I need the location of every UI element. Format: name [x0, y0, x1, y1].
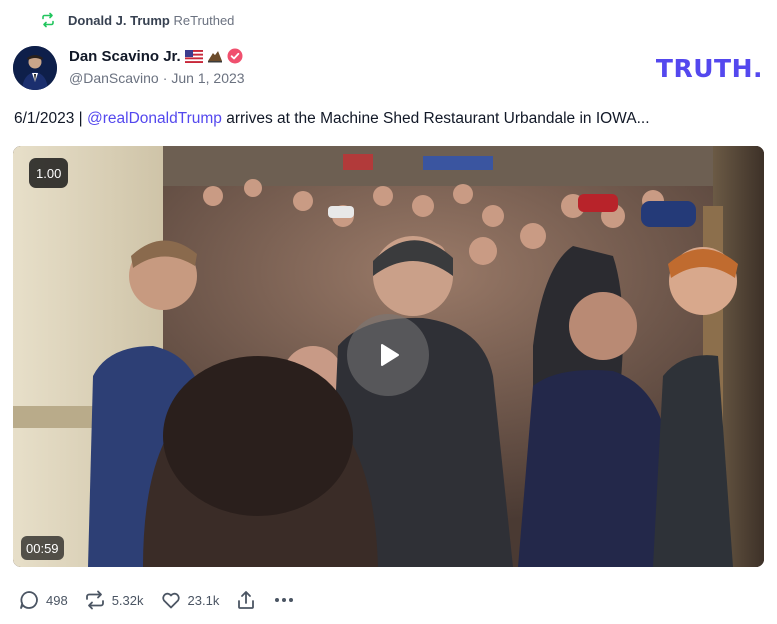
reply-button[interactable]: 498: [18, 589, 68, 611]
retruth-icon: [40, 12, 56, 28]
reply-icon: [20, 591, 38, 609]
post-text-suffix: arrives at the Machine Shed Restaurant U…: [221, 110, 650, 127]
like-button[interactable]: 23.1k: [160, 589, 220, 611]
truth-logo[interactable]: TRUTH.: [656, 54, 763, 83]
reply-count: 498: [46, 592, 68, 608]
post-text-prefix: 6/1/2023 |: [14, 110, 87, 127]
share-icon: [238, 591, 255, 609]
truth-logo-dot: .: [753, 54, 763, 83]
retruth-button[interactable]: 5.32k: [84, 589, 144, 611]
retruth-count: 5.32k: [111, 592, 144, 608]
play-button[interactable]: [347, 314, 429, 396]
video-duration: 00:59: [21, 536, 64, 560]
eagle-icon: [207, 49, 223, 63]
retruth-label: ReTruthed: [173, 12, 235, 28]
verified-badge-icon: [227, 48, 243, 64]
author-display-name[interactable]: Dan Scavino Jr.: [69, 48, 181, 65]
heart-icon: [161, 592, 180, 609]
play-icon: [381, 344, 399, 366]
retruth-action-icon: [85, 590, 104, 610]
share-button[interactable]: [235, 589, 257, 611]
playback-speed-button[interactable]: 1.00: [29, 158, 69, 188]
mention-link[interactable]: @realDonaldTrump: [87, 110, 222, 127]
retruth-header[interactable]: Donald J. Trump ReTruthed: [40, 10, 234, 30]
action-bar: 498 5.32k 23.1k: [18, 588, 311, 612]
like-count: 23.1k: [187, 592, 220, 608]
retruth-user-name[interactable]: Donald J. Trump: [68, 13, 170, 28]
author-block: Dan Scavino Jr. @DanScavino · Jun 1, 202…: [69, 46, 245, 87]
retruth-text: Donald J. Trump ReTruthed: [68, 13, 234, 28]
more-button[interactable]: [273, 589, 295, 611]
more-icon: [275, 598, 294, 602]
meta-separator: ·: [162, 70, 168, 86]
post-date[interactable]: Jun 1, 2023: [171, 70, 244, 86]
video-player[interactable]: 1.00 00:59: [13, 146, 764, 567]
us-flag-icon: [184, 49, 203, 63]
avatar[interactable]: [13, 46, 57, 90]
post-text: 6/1/2023 | @realDonaldTrump arrives at t…: [14, 108, 764, 130]
truth-logo-text: TRUTH: [655, 54, 753, 83]
author-handle[interactable]: @DanScavino: [69, 70, 159, 86]
